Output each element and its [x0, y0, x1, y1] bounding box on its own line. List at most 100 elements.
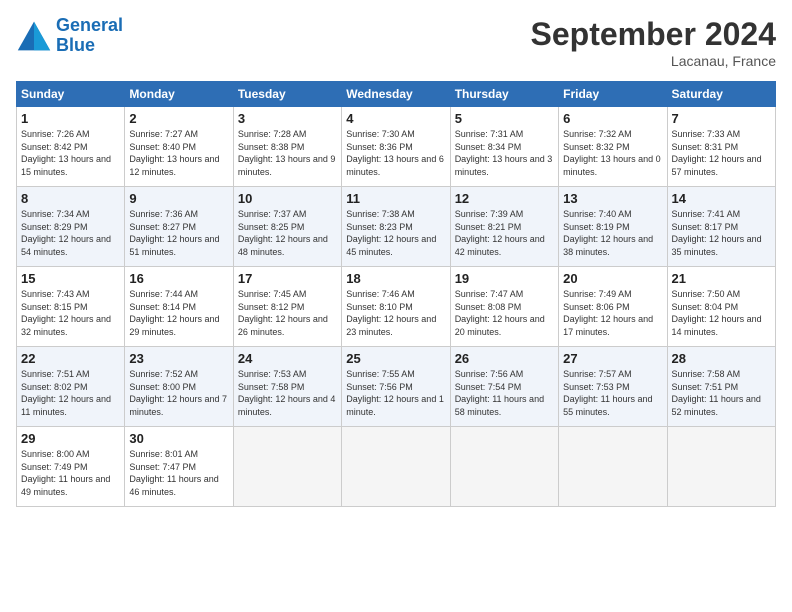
- cell-info: Sunrise: 7:52 AMSunset: 8:00 PMDaylight:…: [129, 369, 227, 417]
- table-row: 25 Sunrise: 7:55 AMSunset: 7:56 PMDaylig…: [342, 347, 450, 427]
- day-number: 27: [563, 351, 662, 366]
- table-row: 14 Sunrise: 7:41 AMSunset: 8:17 PMDaylig…: [667, 187, 775, 267]
- col-monday: Monday: [125, 82, 233, 107]
- day-number: 14: [672, 191, 771, 206]
- calendar-week-row: 8 Sunrise: 7:34 AMSunset: 8:29 PMDayligh…: [17, 187, 776, 267]
- table-row: 17 Sunrise: 7:45 AMSunset: 8:12 PMDaylig…: [233, 267, 341, 347]
- table-row: [667, 427, 775, 507]
- table-row: 19 Sunrise: 7:47 AMSunset: 8:08 PMDaylig…: [450, 267, 558, 347]
- table-row: 3 Sunrise: 7:28 AMSunset: 8:38 PMDayligh…: [233, 107, 341, 187]
- cell-info: Sunrise: 7:27 AMSunset: 8:40 PMDaylight:…: [129, 129, 219, 177]
- table-row: 24 Sunrise: 7:53 AMSunset: 7:58 PMDaylig…: [233, 347, 341, 427]
- cell-info: Sunrise: 7:33 AMSunset: 8:31 PMDaylight:…: [672, 129, 762, 177]
- table-row: [233, 427, 341, 507]
- day-number: 20: [563, 271, 662, 286]
- cell-info: Sunrise: 7:41 AMSunset: 8:17 PMDaylight:…: [672, 209, 762, 257]
- cell-info: Sunrise: 7:45 AMSunset: 8:12 PMDaylight:…: [238, 289, 328, 337]
- table-row: 12 Sunrise: 7:39 AMSunset: 8:21 PMDaylig…: [450, 187, 558, 267]
- table-row: 30 Sunrise: 8:01 AMSunset: 7:47 PMDaylig…: [125, 427, 233, 507]
- cell-info: Sunrise: 7:28 AMSunset: 8:38 PMDaylight:…: [238, 129, 336, 177]
- cell-info: Sunrise: 7:53 AMSunset: 7:58 PMDaylight:…: [238, 369, 336, 417]
- table-row: 13 Sunrise: 7:40 AMSunset: 8:19 PMDaylig…: [559, 187, 667, 267]
- table-row: 9 Sunrise: 7:36 AMSunset: 8:27 PMDayligh…: [125, 187, 233, 267]
- table-row: 7 Sunrise: 7:33 AMSunset: 8:31 PMDayligh…: [667, 107, 775, 187]
- day-number: 13: [563, 191, 662, 206]
- table-row: 2 Sunrise: 7:27 AMSunset: 8:40 PMDayligh…: [125, 107, 233, 187]
- month-title: September 2024: [531, 16, 776, 53]
- logo-text: General Blue: [56, 16, 123, 56]
- day-number: 30: [129, 431, 228, 446]
- page-header: General Blue September 2024 Lacanau, Fra…: [16, 16, 776, 69]
- day-number: 17: [238, 271, 337, 286]
- logo: General Blue: [16, 16, 123, 56]
- cell-info: Sunrise: 7:58 AMSunset: 7:51 PMDaylight:…: [672, 369, 761, 417]
- day-number: 26: [455, 351, 554, 366]
- day-number: 16: [129, 271, 228, 286]
- cell-info: Sunrise: 7:31 AMSunset: 8:34 PMDaylight:…: [455, 129, 553, 177]
- col-wednesday: Wednesday: [342, 82, 450, 107]
- day-number: 4: [346, 111, 445, 126]
- cell-info: Sunrise: 8:01 AMSunset: 7:47 PMDaylight:…: [129, 449, 218, 497]
- day-number: 8: [21, 191, 120, 206]
- cell-info: Sunrise: 8:00 AMSunset: 7:49 PMDaylight:…: [21, 449, 110, 497]
- calendar-header-row: Sunday Monday Tuesday Wednesday Thursday…: [17, 82, 776, 107]
- day-number: 9: [129, 191, 228, 206]
- table-row: 18 Sunrise: 7:46 AMSunset: 8:10 PMDaylig…: [342, 267, 450, 347]
- cell-info: Sunrise: 7:32 AMSunset: 8:32 PMDaylight:…: [563, 129, 661, 177]
- table-row: 5 Sunrise: 7:31 AMSunset: 8:34 PMDayligh…: [450, 107, 558, 187]
- table-row: 26 Sunrise: 7:56 AMSunset: 7:54 PMDaylig…: [450, 347, 558, 427]
- table-row: 6 Sunrise: 7:32 AMSunset: 8:32 PMDayligh…: [559, 107, 667, 187]
- table-row: 20 Sunrise: 7:49 AMSunset: 8:06 PMDaylig…: [559, 267, 667, 347]
- table-row: 11 Sunrise: 7:38 AMSunset: 8:23 PMDaylig…: [342, 187, 450, 267]
- cell-info: Sunrise: 7:50 AMSunset: 8:04 PMDaylight:…: [672, 289, 762, 337]
- cell-info: Sunrise: 7:56 AMSunset: 7:54 PMDaylight:…: [455, 369, 544, 417]
- cell-info: Sunrise: 7:26 AMSunset: 8:42 PMDaylight:…: [21, 129, 111, 177]
- day-number: 24: [238, 351, 337, 366]
- table-row: 28 Sunrise: 7:58 AMSunset: 7:51 PMDaylig…: [667, 347, 775, 427]
- calendar-week-row: 29 Sunrise: 8:00 AMSunset: 7:49 PMDaylig…: [17, 427, 776, 507]
- col-tuesday: Tuesday: [233, 82, 341, 107]
- day-number: 7: [672, 111, 771, 126]
- day-number: 10: [238, 191, 337, 206]
- day-number: 15: [21, 271, 120, 286]
- col-sunday: Sunday: [17, 82, 125, 107]
- day-number: 21: [672, 271, 771, 286]
- table-row: [559, 427, 667, 507]
- table-row: 8 Sunrise: 7:34 AMSunset: 8:29 PMDayligh…: [17, 187, 125, 267]
- col-friday: Friday: [559, 82, 667, 107]
- cell-info: Sunrise: 7:55 AMSunset: 7:56 PMDaylight:…: [346, 369, 444, 417]
- day-number: 11: [346, 191, 445, 206]
- location: Lacanau, France: [531, 53, 776, 69]
- calendar-week-row: 22 Sunrise: 7:51 AMSunset: 8:02 PMDaylig…: [17, 347, 776, 427]
- day-number: 5: [455, 111, 554, 126]
- cell-info: Sunrise: 7:38 AMSunset: 8:23 PMDaylight:…: [346, 209, 436, 257]
- title-block: September 2024 Lacanau, France: [531, 16, 776, 69]
- logo-icon: [16, 18, 52, 54]
- day-number: 12: [455, 191, 554, 206]
- cell-info: Sunrise: 7:34 AMSunset: 8:29 PMDaylight:…: [21, 209, 111, 257]
- table-row: 4 Sunrise: 7:30 AMSunset: 8:36 PMDayligh…: [342, 107, 450, 187]
- cell-info: Sunrise: 7:46 AMSunset: 8:10 PMDaylight:…: [346, 289, 436, 337]
- cell-info: Sunrise: 7:49 AMSunset: 8:06 PMDaylight:…: [563, 289, 653, 337]
- table-row: 10 Sunrise: 7:37 AMSunset: 8:25 PMDaylig…: [233, 187, 341, 267]
- table-row: 21 Sunrise: 7:50 AMSunset: 8:04 PMDaylig…: [667, 267, 775, 347]
- table-row: 16 Sunrise: 7:44 AMSunset: 8:14 PMDaylig…: [125, 267, 233, 347]
- cell-info: Sunrise: 7:43 AMSunset: 8:15 PMDaylight:…: [21, 289, 111, 337]
- day-number: 1: [21, 111, 120, 126]
- cell-info: Sunrise: 7:37 AMSunset: 8:25 PMDaylight:…: [238, 209, 328, 257]
- cell-info: Sunrise: 7:44 AMSunset: 8:14 PMDaylight:…: [129, 289, 219, 337]
- cell-info: Sunrise: 7:39 AMSunset: 8:21 PMDaylight:…: [455, 209, 545, 257]
- cell-info: Sunrise: 7:30 AMSunset: 8:36 PMDaylight:…: [346, 129, 444, 177]
- day-number: 2: [129, 111, 228, 126]
- calendar-table: Sunday Monday Tuesday Wednesday Thursday…: [16, 81, 776, 507]
- calendar-week-row: 1 Sunrise: 7:26 AMSunset: 8:42 PMDayligh…: [17, 107, 776, 187]
- cell-info: Sunrise: 7:40 AMSunset: 8:19 PMDaylight:…: [563, 209, 653, 257]
- cell-info: Sunrise: 7:36 AMSunset: 8:27 PMDaylight:…: [129, 209, 219, 257]
- table-row: [450, 427, 558, 507]
- table-row: 1 Sunrise: 7:26 AMSunset: 8:42 PMDayligh…: [17, 107, 125, 187]
- table-row: 15 Sunrise: 7:43 AMSunset: 8:15 PMDaylig…: [17, 267, 125, 347]
- day-number: 29: [21, 431, 120, 446]
- cell-info: Sunrise: 7:57 AMSunset: 7:53 PMDaylight:…: [563, 369, 652, 417]
- day-number: 28: [672, 351, 771, 366]
- col-thursday: Thursday: [450, 82, 558, 107]
